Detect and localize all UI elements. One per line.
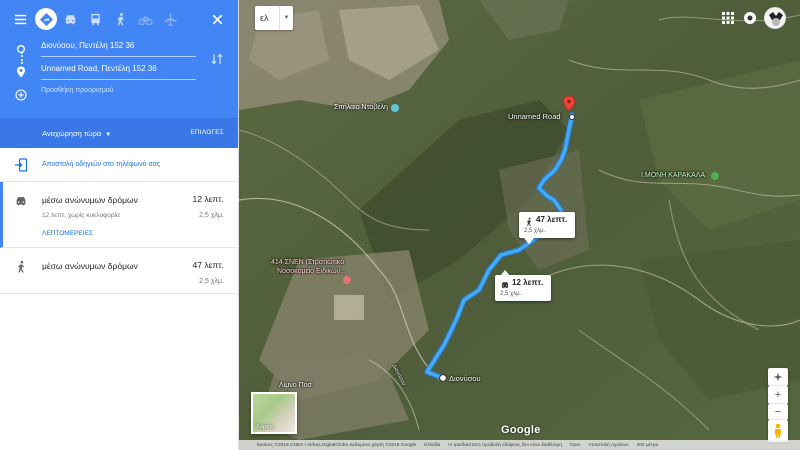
depart-now-label: Αναχώρηση τώρα: [42, 129, 102, 138]
send-to-phone-row[interactable]: Αποστολή οδηγιών στο τηλέφωνό σας: [0, 148, 238, 182]
mode-car-button[interactable]: [58, 8, 82, 30]
origin-field[interactable]: Διονύσου, Πεντέλη 152 36: [14, 38, 214, 58]
footer-terms-link[interactable]: Όροι: [570, 443, 580, 448]
mode-bike-button[interactable]: [133, 8, 157, 30]
caret-down-icon: ▼: [283, 15, 290, 21]
zoom-in-button[interactable]: +: [768, 386, 788, 404]
notification-circle-icon: [744, 12, 756, 24]
pegman-icon: [775, 423, 781, 438]
send-to-phone-link[interactable]: Αποστολή οδηγιών στο τηλέφωνό σας: [42, 161, 160, 168]
route-time: 12 λεπτ.: [192, 194, 224, 204]
destination-underline: [41, 79, 196, 80]
car-icon: [501, 282, 509, 289]
bus-icon: [90, 13, 100, 25]
compass-button[interactable]: [768, 368, 788, 386]
menu-button[interactable]: [8, 8, 32, 30]
callout-time: 12 λεπτ.: [512, 278, 544, 287]
menu-icon: [14, 14, 26, 24]
add-destination-row[interactable]: Προσθήκη προορισμού: [14, 84, 214, 104]
walk-icon: [18, 260, 25, 273]
close-directions-button[interactable]: [205, 8, 229, 30]
route-option-car[interactable]: μέσω ανώνυμων δρόμων 12 λεπτ. 12 λεπτ. χ…: [0, 182, 238, 248]
mode-walk-button[interactable]: [108, 8, 132, 30]
map-label-hospital-line2[interactable]: Νοσοκομείο Ειδικών...: [277, 268, 346, 275]
minus-icon: −: [774, 406, 782, 418]
mode-transit-button[interactable]: [83, 8, 107, 30]
mode-flight-button[interactable]: [158, 8, 182, 30]
route-distance: 2,5 χλμ.: [199, 212, 224, 219]
map-footer: Εικόνες ©2018 CNES / Airbus,DigitalGlobe…: [239, 440, 800, 450]
route-traffic-note: 12 λεπτ. χωρίς κυκλοφορία: [42, 212, 120, 219]
route-details-link[interactable]: ΛΕΠΤΟΜΕΡΕΙΕΣ: [42, 230, 93, 237]
options-button[interactable]: ΕΠΙΛΟΓΕΣ: [190, 129, 224, 136]
street-view-pegman[interactable]: [768, 420, 788, 442]
callout-time: 47 λεπτ.: [536, 215, 568, 224]
walk-duration-callout[interactable]: 47 λεπτ. 2,5 χλμ.: [519, 212, 575, 238]
car-icon: [16, 197, 26, 206]
footer-feedback-link[interactable]: Αποστολή σχολίων: [588, 443, 628, 448]
callout-distance: 2,5 χλμ.: [500, 291, 522, 297]
airplane-icon: [163, 12, 177, 26]
map-label-monastery[interactable]: Ι.ΜΟΝΗ ΚΑΡΑΚΑΛΑ: [641, 172, 705, 179]
route-title: μέσω ανώνυμων δρόμων: [42, 195, 138, 205]
directions-icon: [39, 12, 53, 26]
map-type-toggle[interactable]: Χάρτης: [251, 392, 297, 434]
compass-icon: [773, 372, 783, 382]
map-label-cave[interactable]: Σπήλαιο Νταβέλη: [334, 104, 388, 111]
notifications-button[interactable]: [742, 10, 758, 26]
avatar[interactable]: [764, 7, 786, 29]
depart-now-dropdown[interactable]: Αναχώρηση τώρα ▼: [42, 129, 111, 138]
car-callout-tail: [500, 270, 510, 276]
walk-icon: [527, 217, 532, 227]
callout-distance: 2,5 χλμ.: [524, 228, 546, 234]
directions-panel: Διονύσου, Πεντέλη 152 36 Unnamed Road, Π…: [0, 0, 239, 450]
google-logo: Google: [501, 424, 541, 436]
walk-icon: [117, 12, 124, 26]
destination-field[interactable]: Unnamed Road, Πεντέλη 152 36: [14, 61, 214, 81]
footer-attribution: Εικόνες ©2018 CNES / Airbus,DigitalGlobe…: [257, 442, 417, 448]
origin-circle-icon: [14, 42, 28, 56]
zoom-out-button[interactable]: −: [768, 404, 788, 420]
map-label-hospital-line1[interactable]: 414 ΣΝΕΝ (Στρατιωτικό: [271, 259, 344, 266]
map-label-lake[interactable]: Λιμνο Ποσ: [279, 382, 312, 389]
car-icon: [65, 14, 75, 24]
footer-region: Ελλάδα: [424, 442, 441, 448]
language-value: ελ: [260, 13, 269, 23]
departure-bar: Αναχώρηση τώρα ▼ ΕΠΙΛΟΓΕΣ: [0, 118, 238, 148]
travel-mode-bar: [8, 8, 230, 30]
plus-icon: +: [774, 389, 782, 401]
origin-text: Διονύσου, Πεντέλη 152 36: [41, 41, 135, 50]
footer-scale[interactable]: 200 μέτρα: [637, 443, 659, 448]
route-option-walk[interactable]: μέσω ανώνυμων δρόμων 47 λεπτ. 2,5 χλμ.: [0, 248, 238, 294]
add-circle-icon: [14, 88, 28, 102]
route-distance: 2,5 χλμ.: [199, 278, 224, 285]
swap-button[interactable]: [210, 52, 224, 66]
apps-grid-icon: [722, 12, 734, 24]
destination-text: Unnamed Road, Πεντέλη 152 36: [41, 64, 157, 73]
car-duration-callout[interactable]: 12 λεπτ. 2,5 χλμ.: [495, 275, 551, 301]
bicycle-icon: [137, 16, 153, 25]
close-icon: [212, 14, 222, 24]
satellite-map[interactable]: ελ ▼ Σπήλαιο Νταβέλη Unnamed Road Ι.ΜΟΝΗ…: [239, 0, 800, 450]
add-destination-text: Προσθήκη προορισμού: [41, 87, 114, 94]
route-time: 47 λεπτ.: [192, 260, 224, 270]
destination-pin-icon: [14, 65, 28, 79]
map-label-origin[interactable]: Διονύσου: [449, 374, 481, 383]
mode-best-button[interactable]: [35, 8, 57, 30]
map-label-destination[interactable]: Unnamed Road: [508, 112, 561, 121]
send-to-phone-icon: [15, 158, 28, 172]
directions-app: Διονύσου, Πεντέλη 152 36 Unnamed Road, Π…: [0, 0, 800, 450]
directions-header: Διονύσου, Πεντέλη 152 36 Unnamed Road, Π…: [0, 0, 238, 118]
walk-callout-tail: [524, 238, 534, 244]
caret-down-icon: ▼: [105, 132, 112, 138]
language-dropdown-arrow[interactable]: ▼: [279, 6, 293, 30]
map-type-label: Χάρτης: [256, 424, 274, 430]
route-title: μέσω ανώνυμων δρόμων: [42, 261, 138, 271]
apps-button[interactable]: [720, 10, 736, 26]
origin-underline: [41, 56, 196, 57]
footer-3d-note: Η τρισδιάστατη προβολή εδάφους δεν είναι…: [448, 442, 562, 448]
swap-icon: [211, 53, 223, 65]
